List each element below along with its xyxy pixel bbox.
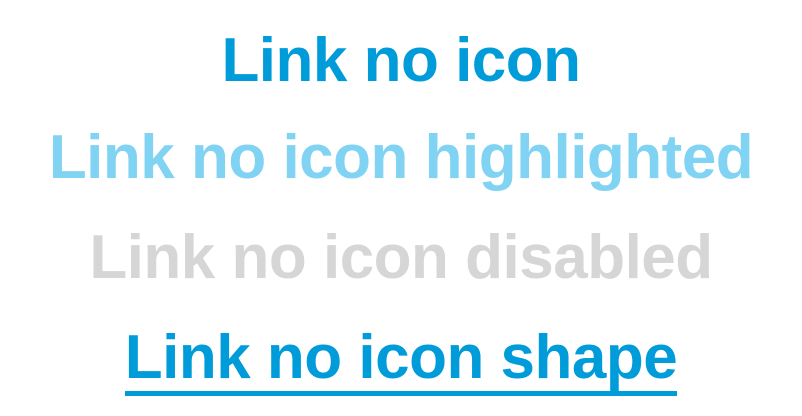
link-no-icon-highlighted[interactable]: Link no icon highlighted: [0, 127, 802, 189]
link-no-icon-disabled-label: Link no icon disabled: [89, 223, 713, 292]
link-no-icon-label: Link no icon: [221, 26, 581, 95]
link-no-icon-shape[interactable]: Link no icon shape: [0, 326, 802, 397]
link-no-icon-highlighted-label: Link no icon highlighted: [48, 123, 754, 192]
link-no-icon[interactable]: Link no icon: [0, 30, 802, 92]
link-states-showcase: Link no icon Link no icon highlighted Li…: [0, 0, 802, 416]
link-no-icon-shape-label: Link no icon shape: [124, 326, 678, 397]
link-no-icon-disabled: Link no icon disabled: [0, 227, 802, 289]
